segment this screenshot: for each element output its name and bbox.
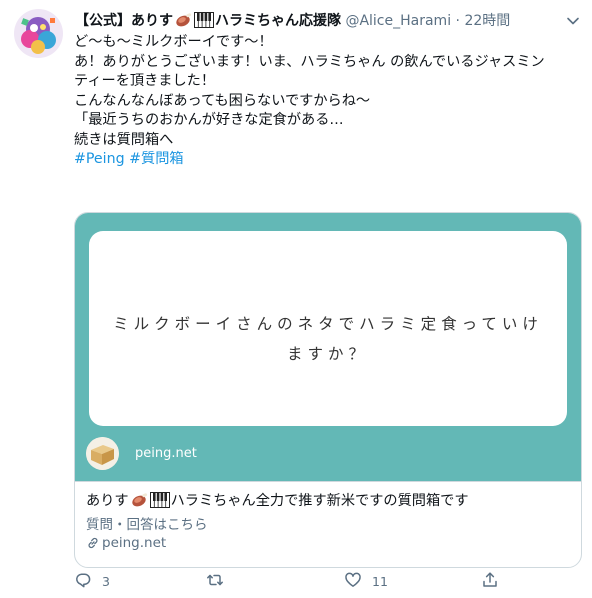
piano-emoji-icon [149,492,170,512]
piano-emoji-icon [194,12,214,32]
tweet-line: 続きは質問箱へ [74,131,174,148]
tweet-actions: 3 11 [74,570,580,592]
card-image[interactable]: ミルクボーイさんのネタでハラミ定食っていけ ますか？ peing.net [75,213,581,481]
link-icon [86,536,100,554]
question-box: ミルクボーイさんのネタでハラミ定食っていけ ますか？ [89,231,567,426]
avatar[interactable] [14,9,63,58]
question-line: ますか？ [286,345,369,363]
user-handle[interactable]: @Alice_Harami [345,13,451,29]
tweet-line: ど〜も〜ミルクボーイです〜！ [74,34,273,50]
card-link[interactable]: peing.net [86,535,166,554]
reply-icon [74,571,92,592]
tweet: 【公式】ありす ハラミちゃん応援隊 @Alice_Harami · 22時間 ど〜… [0,0,592,598]
like-count: 11 [372,573,388,589]
question-text: ミルクボーイさんのネタでハラミ定食っていけ ますか？ [89,309,567,369]
link-card[interactable]: ミルクボーイさんのネタでハラミ定食っていけ ますか？ peing.net ありす… [74,212,582,568]
tweet-line: 「最近うちのおかんが好きな定食がある… [74,112,344,128]
timestamp[interactable]: 22時間 [464,13,510,29]
separator-dot: · [455,13,460,29]
tweet-line: あ！ありがとうございます！いま、ハラミちゃん の飲んでいるジャスミン [74,53,545,70]
retweet-button[interactable] [206,570,234,592]
caret-down-icon[interactable] [564,12,582,30]
tweet-header: 【公式】ありす ハラミちゃん応援隊 @Alice_Harami · 22時間 [75,10,552,32]
share-icon [481,571,499,592]
card-title: ありす ハラミちゃん全力で推す新米ですの質問箱です [86,490,469,512]
question-line: ミルクボーイさんのネタでハラミ定食っていけ [113,315,543,333]
box-logo-icon [86,437,119,470]
display-name[interactable]: 【公式】ありす ハラミちゃん応援隊 [75,12,341,32]
like-button[interactable]: 11 [344,570,388,592]
hashtags[interactable]: #Peing #質問箱 [74,150,584,170]
tweet-line: こんなんなんぼあっても困らないですからね〜 [74,92,371,109]
reply-button[interactable]: 3 [74,570,110,592]
tweet-text: ど〜も〜ミルクボーイです〜！ あ！ありがとうございます！いま、ハラミちゃん の飲… [74,33,584,170]
card-image-domain: peing.net [135,446,197,461]
reply-count: 3 [102,573,110,589]
meat-emoji-icon [174,12,192,32]
card-description: 質問・回答はこちら [86,517,208,533]
tweet-line: ティーを頂きました！ [74,73,216,89]
like-icon [344,571,362,592]
card-info[interactable]: ありす ハラミちゃん全力で推す新米ですの質問箱です 質問・回答はこちら peing… [75,481,581,567]
retweet-icon [206,571,224,592]
share-button[interactable] [481,570,499,592]
meat-emoji-icon [130,492,148,512]
